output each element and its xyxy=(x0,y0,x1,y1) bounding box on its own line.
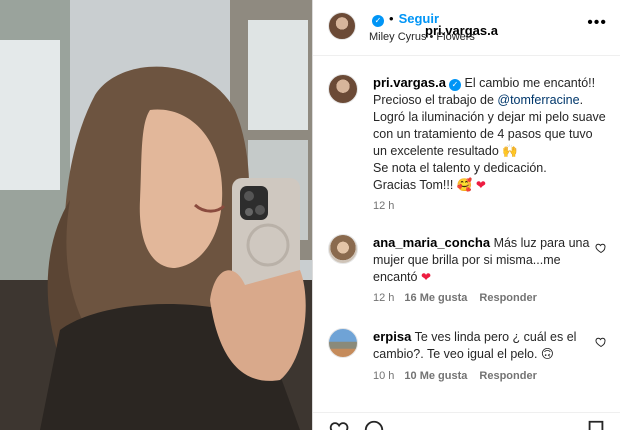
comment-likes[interactable]: 16 Me gusta xyxy=(404,292,467,304)
comment-meta: 12 h 16 Me gusta Responder xyxy=(373,292,537,304)
post-header: pri.vargas.a ✓ • Seguir Miley Cyrus • Flowe… xyxy=(313,0,620,56)
caption-line-3: Logró la iluminación y dejar mi pelo sua… xyxy=(373,110,606,158)
heart-outline-icon[interactable] xyxy=(595,242,607,254)
comment-time[interactable]: 12 h xyxy=(373,292,394,304)
verified-badge-icon: ✓ xyxy=(449,79,461,91)
post-photo[interactable] xyxy=(0,0,312,430)
commenter-username[interactable]: erpisa xyxy=(373,329,411,344)
heart-emoji: ❤ xyxy=(475,178,486,192)
caption-line-2-post: . xyxy=(579,93,584,107)
caption-text: pri.vargas.a ✓ El cambio me encantó!! Pre… xyxy=(373,74,609,194)
heart-emoji: ❤ xyxy=(420,270,432,284)
commenter-avatar[interactable] xyxy=(328,328,358,358)
comment-meta: 10 h 10 Me gusta Responder xyxy=(373,370,537,382)
comment-likes[interactable]: 10 Me gusta xyxy=(404,370,467,382)
comment-text: ana_maria_concha Más luz para una mujer … xyxy=(373,234,591,286)
separator-dot: • xyxy=(389,11,394,26)
photo-illustration xyxy=(0,0,312,430)
comment-text: erpisa Te ves linda pero ¿ cuál es el ca… xyxy=(373,328,591,363)
more-options-icon[interactable]: ••• xyxy=(587,14,607,32)
caption-line-4: Se nota el talento y dedicación. xyxy=(373,161,547,175)
caption-line-1: El cambio me encantó!! xyxy=(464,76,596,90)
caption-time[interactable]: 12 h xyxy=(373,200,394,212)
caption-avatar[interactable] xyxy=(328,74,358,104)
author-avatar[interactable] xyxy=(328,12,356,40)
verified-badge-icon: ✓ xyxy=(372,15,384,27)
caption-author[interactable]: pri.vargas.a xyxy=(373,75,446,90)
commenter-username[interactable]: ana_maria_concha xyxy=(373,235,490,250)
post-side-panel: pri.vargas.a ✓ • Seguir Miley Cyrus • Flowe… xyxy=(312,0,620,430)
reply-button[interactable]: Responder xyxy=(479,292,536,304)
comment-time[interactable]: 10 h xyxy=(373,370,394,382)
heart-outline-icon[interactable] xyxy=(595,336,607,348)
bookmark-icon[interactable] xyxy=(585,419,607,430)
commenter-avatar[interactable] xyxy=(328,234,358,264)
post-actions-bar xyxy=(313,412,620,430)
comment-icon[interactable] xyxy=(363,419,385,430)
mention-link[interactable]: @tomferracine xyxy=(497,93,579,107)
author-line: pri.vargas.a ✓ • Seguir xyxy=(369,11,498,38)
caption-line-2-pre: Precioso el trabajo de xyxy=(373,93,498,107)
reply-button[interactable]: Responder xyxy=(479,370,536,382)
heart-outline-icon[interactable] xyxy=(329,419,351,430)
caption-line-5: Gracias Tom!!! 🥰 xyxy=(373,178,473,192)
music-label[interactable]: Miley Cyrus • Flowers xyxy=(369,31,475,43)
